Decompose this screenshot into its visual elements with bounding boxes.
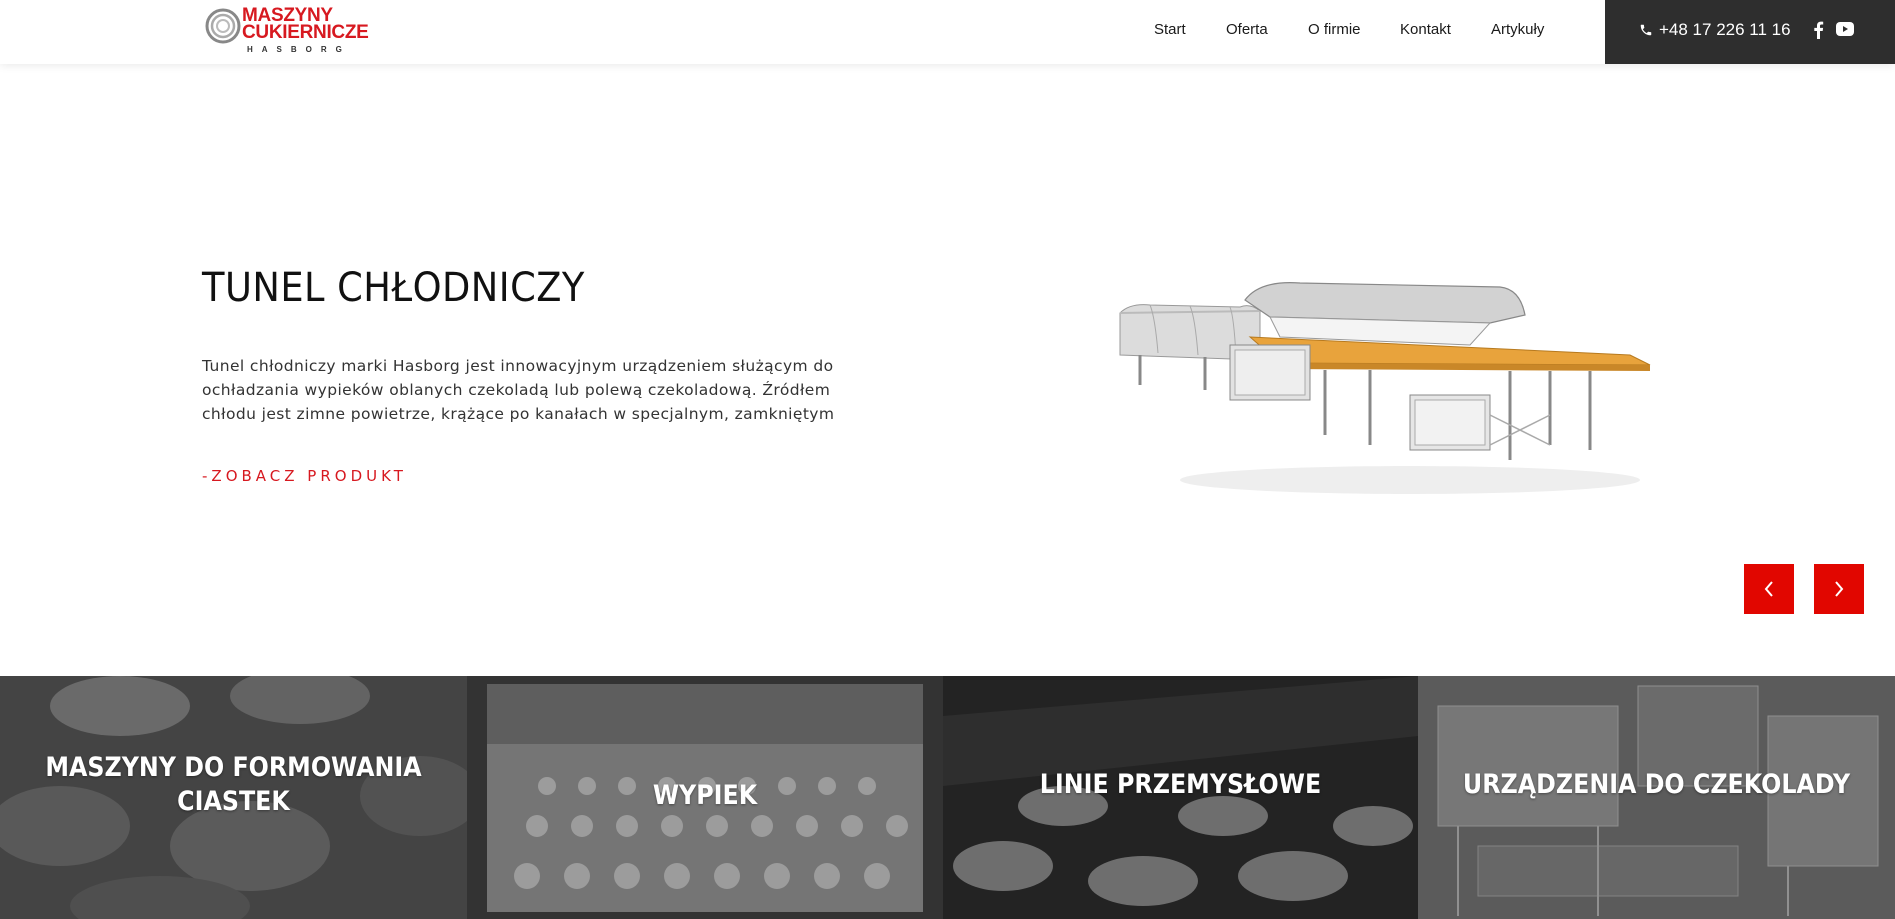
facebook-icon[interactable] [1812,21,1824,39]
youtube-icon[interactable] [1836,22,1854,36]
cooling-tunnel-image [1119,282,1651,494]
category-title: WYPIEK [652,780,758,811]
nav-kontakt[interactable]: Kontakt [1400,21,1451,38]
category-tile-baking[interactable]: WYPIEK [467,676,943,919]
logo-mark-icon [205,8,241,44]
nav-o-firmie[interactable]: O firmie [1308,21,1361,38]
chevron-right-icon [1835,581,1844,597]
hero-title: TUNEL CHŁODNICZY [202,265,585,311]
category-tiles: MASZYNY DO FORMOWANIA CIASTEK WYPIEK LIN… [0,676,1895,919]
slider-next-button[interactable] [1814,564,1864,614]
site-header: MASZYNY CUKIERNICZE HASBORG Start Oferta… [0,0,1895,64]
category-tile-cookie-forming[interactable]: MASZYNY DO FORMOWANIA CIASTEK [0,676,467,919]
chevron-left-icon [1764,581,1773,597]
hero-description: Tunel chłodniczy marki Hasborg jest inno… [202,357,835,423]
nav-artykuly[interactable]: Artykuły [1491,21,1544,38]
phone-link[interactable]: +48 17 226 11 16 [1639,20,1791,40]
logo-text-line3: HASBORG [247,45,351,54]
logo[interactable]: MASZYNY CUKIERNICZE HASBORG [205,6,375,56]
category-title: MASZYNY DO FORMOWANIA CIASTEK [45,752,422,817]
contact-bar: +48 17 226 11 16 [1605,0,1895,64]
nav-start[interactable]: Start [1154,21,1186,38]
slider-prev-button[interactable] [1744,564,1794,614]
category-tile-industrial-lines[interactable]: LINIE PRZEMYSŁOWE [943,676,1418,919]
nav-oferta[interactable]: Oferta [1226,21,1268,38]
category-title: LINIE PRZEMYSŁOWE [1039,769,1322,800]
phone-icon [1640,24,1652,36]
category-title: URZĄDZENIA DO CZEKOLADY [1462,769,1851,800]
phone-number: +48 17 226 11 16 [1659,20,1791,39]
logo-text-line2: CUKIERNICZE [242,22,369,43]
category-tile-chocolate-equipment[interactable]: URZĄDZENIA DO CZEKOLADY [1418,676,1895,919]
see-product-link[interactable]: -ZOBACZ PRODUKT [202,467,407,485]
